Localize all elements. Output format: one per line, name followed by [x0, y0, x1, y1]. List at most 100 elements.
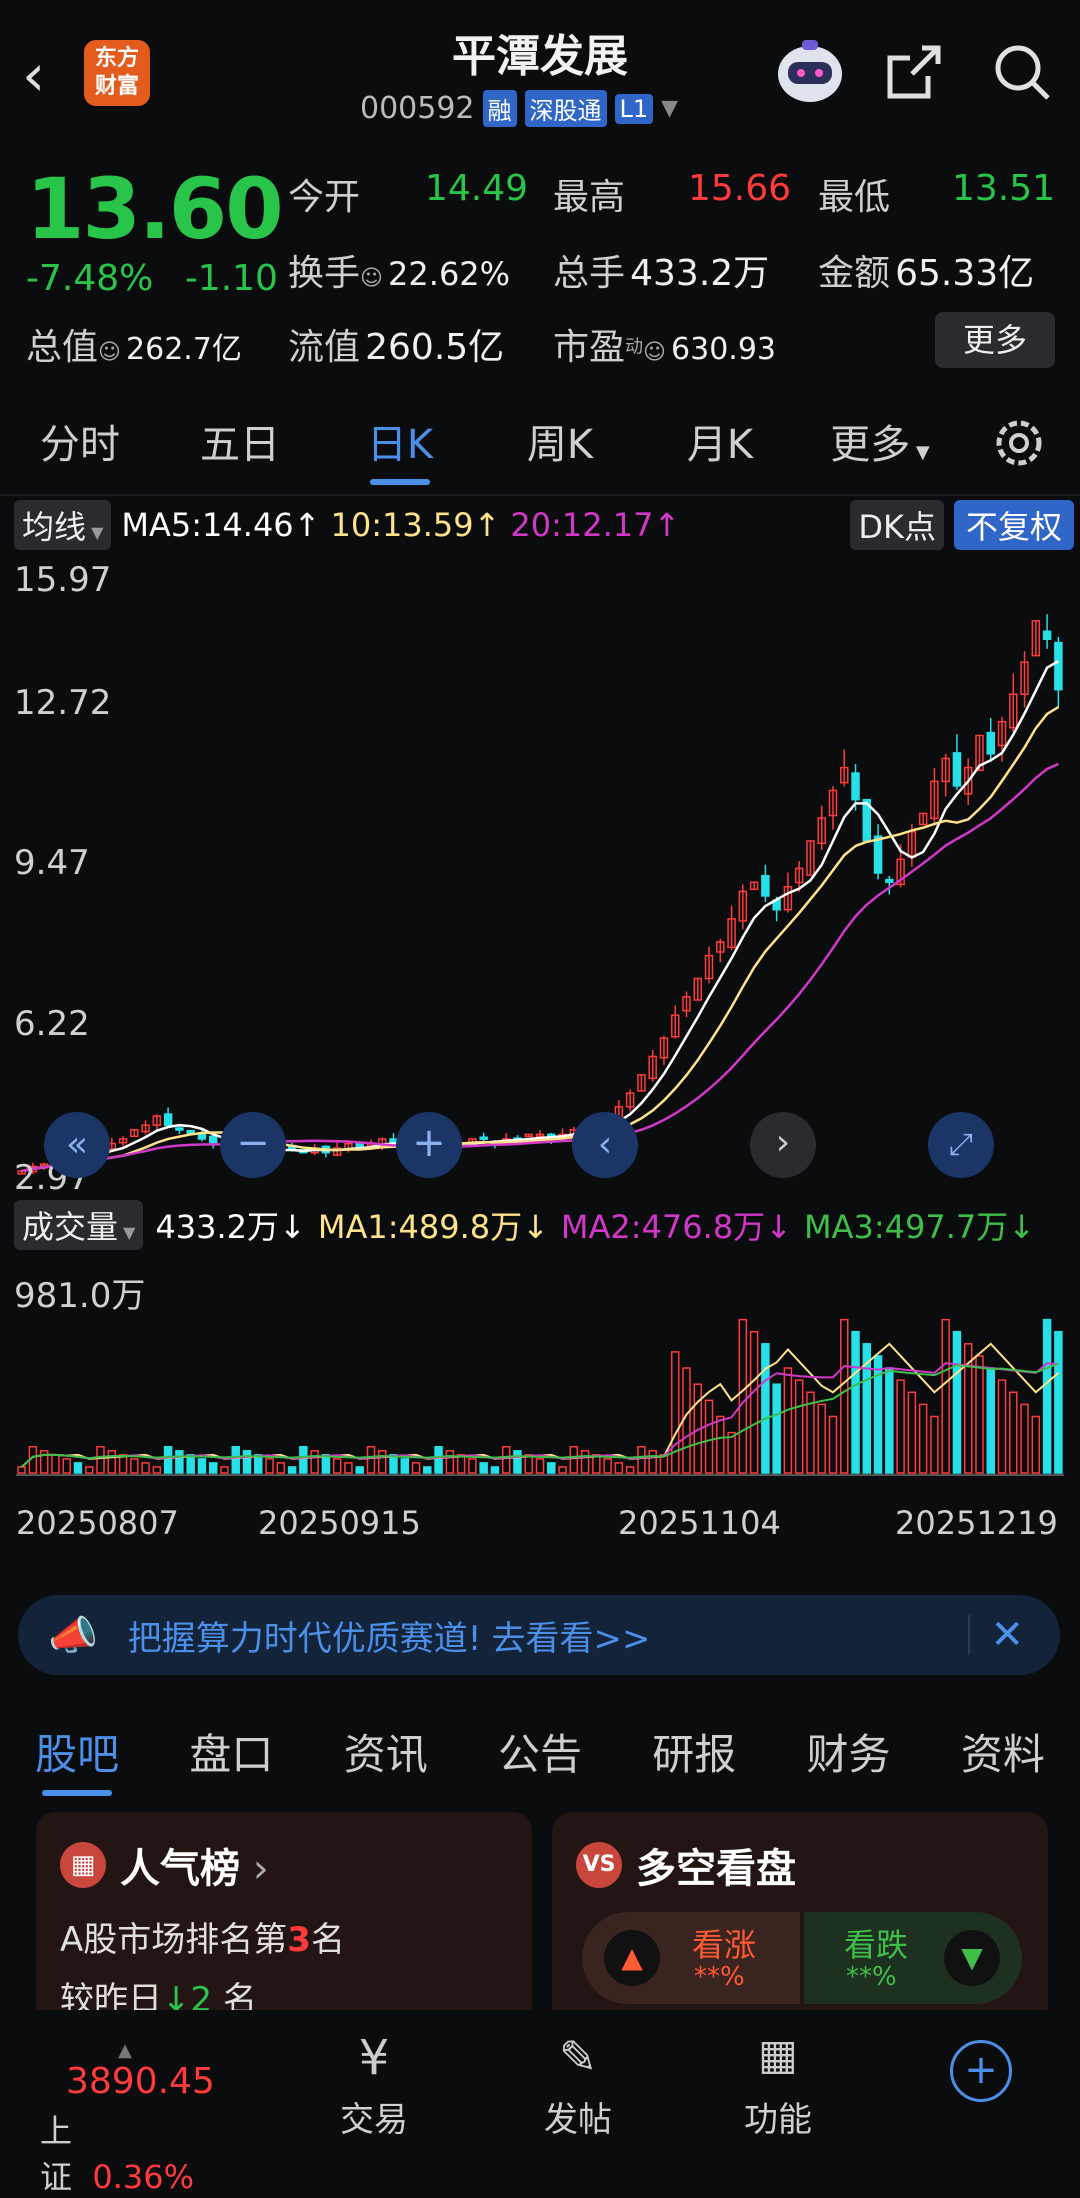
zoom-in-button[interactable]: +	[396, 1112, 462, 1178]
volume-bar	[761, 1343, 770, 1474]
popularity-card[interactable]: ▦ 人气榜 › A股市场排名第3名 较昨日↓2 名	[36, 1812, 532, 2032]
volume-bar	[400, 1458, 410, 1474]
nav-post-label: 发帖	[544, 2100, 612, 2140]
caret-up-icon: ▲	[118, 2040, 132, 2061]
tab-more[interactable]: 更多 ▼	[800, 405, 960, 485]
float-row: 流值 260.5亿	[288, 318, 504, 370]
volume-bar	[231, 1446, 240, 1474]
tab-monthly-k[interactable]: 月K	[640, 405, 800, 485]
volume-bar	[603, 1458, 612, 1474]
vol-ma1: MA1:489.8万↓	[317, 1208, 549, 1246]
tab-news[interactable]: 资讯	[334, 1710, 438, 1800]
tab-guba[interactable]: 股吧	[25, 1710, 129, 1800]
index-ticker[interactable]: ▲ 3890.45 上证 0.36%	[40, 2040, 215, 2198]
volume-selector-label: 成交量	[22, 1208, 119, 1246]
turnover-label: 换手	[288, 253, 361, 294]
bullish-button[interactable]: ▲ 看涨 **%	[582, 1912, 800, 2004]
volume-bar	[51, 1454, 60, 1474]
y-tick-label: 6.22	[14, 1004, 90, 1044]
volume-bar	[907, 1391, 917, 1474]
vol-text: 433.2万	[155, 1208, 280, 1246]
stock-code: 000592	[360, 91, 475, 126]
chart-tabs: 分时 五日 日K 周K 月K 更多 ▼	[0, 405, 1080, 485]
date-label: 20250915	[258, 1504, 421, 1542]
down-triangle-icon: ▼	[944, 1930, 1000, 1986]
volume-bar	[580, 1450, 590, 1474]
price-change: -7.48% -1.10	[26, 258, 278, 299]
tab-pankou[interactable]: 盘口	[179, 1710, 283, 1800]
volume-selector[interactable]: 成交量 ▼	[14, 1200, 144, 1250]
volume-bar	[287, 1466, 297, 1474]
banner-link[interactable]: 去看看>>	[491, 1611, 650, 1660]
turnover-row: 换手☺ 22.62%	[288, 244, 510, 296]
volume-bar	[490, 1466, 500, 1474]
volume-bar	[828, 1415, 838, 1474]
share-icon[interactable]	[882, 40, 946, 104]
content-tabs: 股吧 盘口 资讯 公告 研报 财务 资料	[0, 1710, 1080, 1800]
tab-profile[interactable]: 资料	[951, 1710, 1055, 1800]
tab-intraday[interactable]: 分时	[0, 405, 160, 485]
pe-value: 630.93	[671, 332, 777, 367]
nav-function[interactable]: ▦ 功能	[718, 2030, 838, 2141]
tab-five-day[interactable]: 五日	[160, 405, 320, 485]
ma-selector-label: 均线	[22, 508, 87, 546]
volume-bar	[1054, 1330, 1063, 1474]
tab-daily-k[interactable]: 日K	[320, 405, 480, 485]
robot-assistant-icon[interactable]	[772, 36, 848, 106]
candle-body	[851, 772, 860, 801]
more-button[interactable]: 更多	[935, 312, 1055, 368]
volume-bar	[434, 1446, 443, 1474]
volume-bar	[851, 1330, 860, 1474]
vs-icon: VS	[576, 1842, 622, 1888]
close-icon[interactable]: ✕	[990, 1612, 1024, 1658]
info-icon[interactable]: ☺	[643, 340, 666, 365]
tab-announcement[interactable]: 公告	[488, 1710, 592, 1800]
tab-finance[interactable]: 财务	[797, 1710, 901, 1800]
volume-bar	[794, 1379, 804, 1474]
volume-bar	[918, 1403, 928, 1474]
volume-bar	[783, 1367, 793, 1474]
promo-banner[interactable]: 📣 把握算力时代优质赛道! 去看看>> ✕	[18, 1595, 1060, 1675]
volume-row: 总手 433.2万	[553, 244, 769, 296]
ma20-value: 20:12.17↑	[510, 506, 681, 544]
adjust-button[interactable]: 不复权	[953, 500, 1074, 550]
tab-research[interactable]: 研报	[642, 1710, 746, 1800]
long-short-card[interactable]: VS 多空看盘 ▲ 看涨 **% 看跌 **% ▼	[552, 1812, 1048, 2032]
float-value: 260.5亿	[365, 327, 505, 368]
amount-label: 金额	[818, 253, 891, 294]
nav-trade[interactable]: ¥ 交易	[314, 2030, 434, 2141]
y-tick-label: 12.72	[14, 683, 112, 723]
volume-bar	[265, 1458, 274, 1474]
vol-ma3-text: MA3:497.7万	[804, 1208, 1009, 1246]
scroll-left-button[interactable]: «	[44, 1112, 110, 1178]
bearish-button[interactable]: 看跌 **% ▼	[804, 1912, 1022, 2004]
nav-post[interactable]: ✎ 发帖	[518, 2030, 638, 2141]
ma-selector[interactable]: 均线 ▼	[14, 500, 112, 550]
high-value: 15.66	[688, 168, 792, 209]
add-button[interactable]: +	[950, 2040, 1012, 2102]
info-icon[interactable]: ☺	[98, 340, 121, 365]
low-label: 最低	[818, 177, 891, 218]
dropdown-icon[interactable]: ▼	[661, 96, 678, 121]
candlestick-chart[interactable]	[0, 555, 1080, 1195]
mcap-value: 262.7亿	[126, 332, 242, 367]
volume-bar	[1009, 1391, 1018, 1474]
volume-bar	[468, 1458, 477, 1474]
volume-bar	[141, 1462, 150, 1474]
tab-more-label: 更多	[830, 422, 911, 468]
scroll-forward-button[interactable]: ›	[750, 1112, 816, 1178]
dk-point-button[interactable]: DK点	[850, 500, 944, 550]
tab-weekly-k[interactable]: 周K	[480, 405, 640, 485]
settings-gear-icon[interactable]	[986, 410, 1052, 476]
tag-connect: 深股通	[524, 90, 607, 127]
volume-chart[interactable]	[0, 1255, 1080, 1495]
volume-bar	[62, 1458, 71, 1474]
candle-body	[952, 752, 962, 787]
scroll-back-button[interactable]: ‹	[572, 1112, 638, 1178]
zoom-out-button[interactable]: −	[220, 1112, 286, 1178]
info-icon[interactable]: ☺	[360, 266, 383, 291]
search-icon[interactable]	[990, 40, 1054, 104]
fullscreen-icon[interactable]: ⤢	[928, 1112, 994, 1178]
volume-bar	[738, 1318, 748, 1474]
change-percent: -7.48%	[26, 258, 154, 299]
